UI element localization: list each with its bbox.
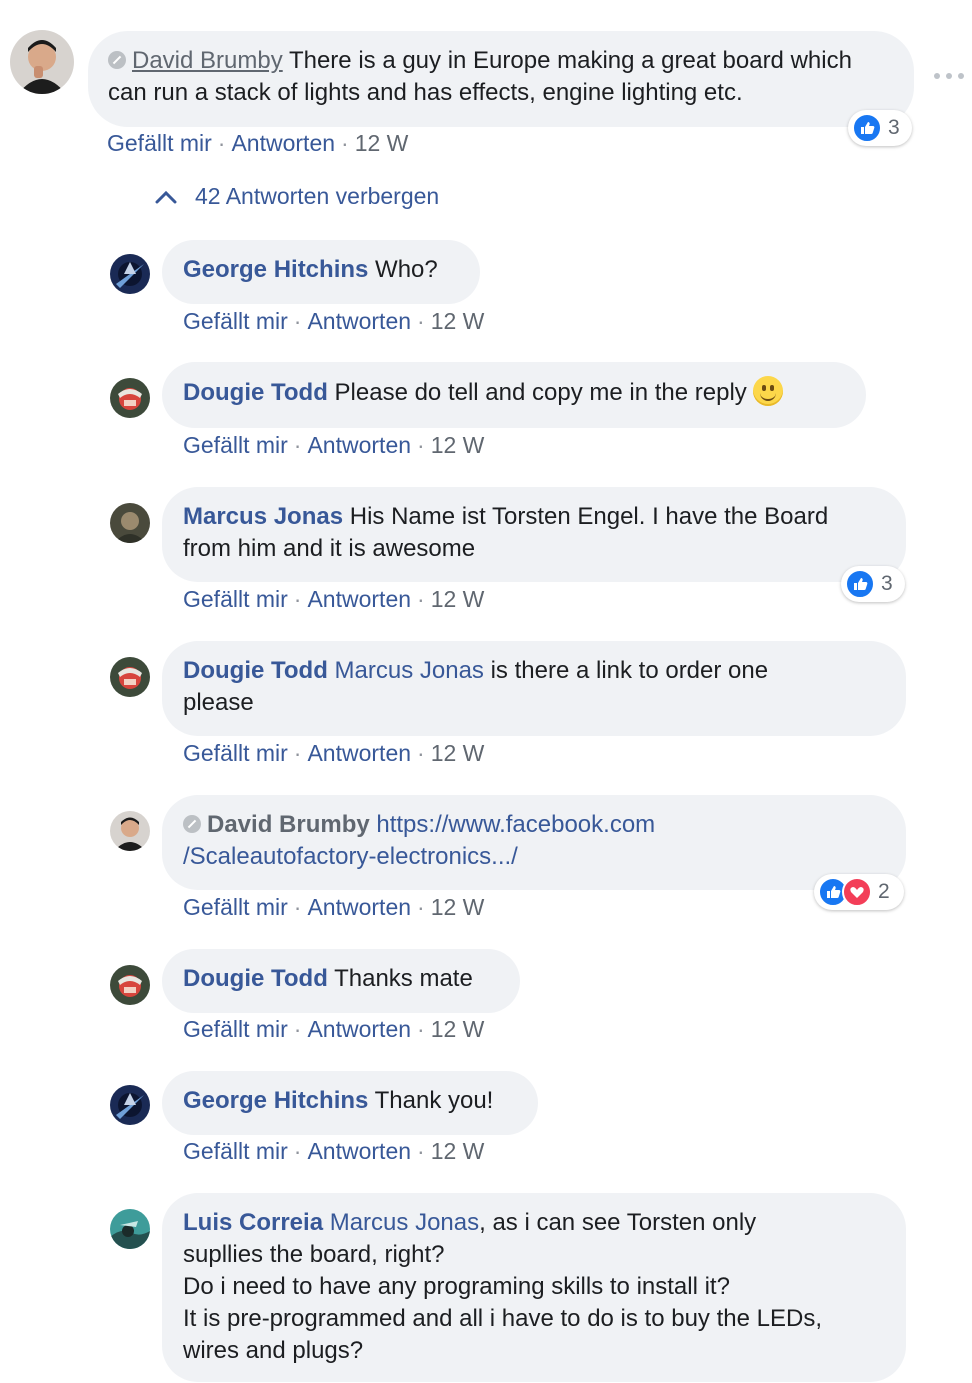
like-button[interactable]: Gefällt mir	[107, 130, 212, 156]
love-reaction-icon	[842, 877, 872, 907]
timestamp[interactable]: 12 W	[431, 586, 485, 612]
reply-actions: Gefällt mir · Antworten · 12 W	[183, 308, 485, 334]
mention-link[interactable]: Marcus Jonas	[330, 1209, 479, 1236]
reaction-summary[interactable]: 3	[841, 566, 905, 602]
avatar-david-brumby[interactable]	[10, 30, 74, 94]
reaction-count: 2	[878, 880, 890, 903]
reply-author[interactable]: Marcus Jonas	[183, 503, 343, 530]
reply-actions: Gefällt mir · Antworten · 12 W	[183, 740, 485, 766]
reply-author[interactable]: Dougie Todd	[183, 965, 328, 992]
reply-button[interactable]: Antworten	[307, 432, 411, 458]
reaction-summary[interactable]: 2	[814, 874, 904, 910]
reply-text: Please do tell and copy me in the reply	[334, 379, 747, 406]
timestamp[interactable]: 12 W	[431, 1016, 485, 1042]
reply-bubble: George Hitchins Thank you!	[162, 1071, 538, 1135]
reply-button[interactable]: Antworten	[307, 740, 411, 766]
timestamp[interactable]: 12 W	[431, 308, 485, 334]
comment-bubble-root: David Brumby There is a guy in Europe ma…	[88, 31, 914, 127]
reply-bubble: Luis Correia Marcus Jonas, as i can see …	[162, 1193, 906, 1382]
reply-button[interactable]: Antworten	[307, 894, 411, 920]
like-reaction-icon	[852, 113, 882, 143]
like-button[interactable]: Gefällt mir	[183, 432, 288, 458]
chevron-up-icon	[155, 190, 177, 203]
hide-replies-toggle[interactable]: 42 Antworten verbergen	[155, 183, 439, 210]
avatar-dougie-todd[interactable]	[110, 965, 150, 1005]
more-options-icon[interactable]	[934, 68, 964, 84]
like-button[interactable]: Gefällt mir	[183, 308, 288, 334]
reply-actions: Gefällt mir · Antworten · 12 W	[183, 1016, 485, 1042]
like-reaction-icon	[845, 569, 875, 599]
like-button[interactable]: Gefällt mir	[183, 740, 288, 766]
comment-author[interactable]: David Brumby	[132, 47, 283, 74]
like-button[interactable]: Gefällt mir	[183, 586, 288, 612]
avatar-dougie-todd[interactable]	[110, 378, 150, 418]
avatar-george-hitchins[interactable]	[110, 254, 150, 294]
reaction-summary[interactable]: 3	[848, 110, 912, 146]
reply-author[interactable]: George Hitchins	[183, 256, 368, 283]
reply-bubble: Marcus Jonas His Name ist Torsten Engel.…	[162, 487, 906, 582]
avatar-david-brumby[interactable]	[110, 811, 150, 851]
reply-bubble: Dougie Todd Marcus Jonas is there a link…	[162, 641, 906, 736]
reaction-count: 3	[888, 116, 900, 139]
reply-button[interactable]: Antworten	[307, 1016, 411, 1042]
reply-bubble: David Brumby https://www.facebook.com /S…	[162, 795, 906, 890]
avatar-luis-correia[interactable]	[110, 1209, 150, 1249]
reply-text: Who?	[375, 256, 438, 283]
reply-actions: Gefällt mir · Antworten · 12 W	[183, 1138, 485, 1164]
avatar-marcus-jonas[interactable]	[110, 503, 150, 543]
mention-link[interactable]: Marcus Jonas	[335, 657, 484, 684]
like-button[interactable]: Gefällt mir	[183, 1138, 288, 1164]
timestamp[interactable]: 12 W	[431, 894, 485, 920]
reply-author[interactable]: Luis Correia	[183, 1209, 323, 1236]
avatar-dougie-todd[interactable]	[110, 657, 150, 697]
comment-actions-root: Gefällt mir · Antworten · 12 W	[107, 130, 409, 156]
reply-author[interactable]: Dougie Todd	[183, 379, 328, 406]
reply-text: Thank you!	[374, 1087, 494, 1114]
reaction-count: 3	[881, 572, 893, 595]
verified-badge-icon	[108, 51, 126, 69]
reply-button[interactable]: Antworten	[307, 308, 411, 334]
reply-button[interactable]: Antworten	[231, 130, 335, 156]
reply-text: Thanks mate	[334, 965, 473, 992]
like-button[interactable]: Gefällt mir	[183, 1016, 288, 1042]
hide-replies-label: 42 Antworten verbergen	[195, 183, 440, 209]
timestamp[interactable]: 12 W	[431, 740, 485, 766]
reply-bubble: Dougie Todd Thanks mate	[162, 949, 520, 1013]
reply-author[interactable]: George Hitchins	[183, 1087, 368, 1114]
timestamp[interactable]: 12 W	[431, 1138, 485, 1164]
like-button[interactable]: Gefällt mir	[183, 894, 288, 920]
smile-emoji-icon	[752, 376, 783, 406]
avatar-george-hitchins[interactable]	[110, 1085, 150, 1125]
reply-bubble: George Hitchins Who?	[162, 240, 480, 304]
reply-author[interactable]: David Brumby	[207, 811, 370, 838]
verified-badge-icon	[183, 815, 201, 833]
reply-bubble: Dougie Todd Please do tell and copy me i…	[162, 362, 866, 428]
reply-button[interactable]: Antworten	[307, 1138, 411, 1164]
reply-actions: Gefällt mir · Antworten · 12 W	[183, 894, 485, 920]
reply-button[interactable]: Antworten	[307, 586, 411, 612]
reply-actions: Gefällt mir · Antworten · 12 W	[183, 432, 485, 458]
timestamp[interactable]: 12 W	[431, 432, 485, 458]
reply-author[interactable]: Dougie Todd	[183, 657, 328, 684]
reply-actions: Gefällt mir · Antworten · 12 W	[183, 586, 485, 612]
timestamp[interactable]: 12 W	[355, 130, 409, 156]
